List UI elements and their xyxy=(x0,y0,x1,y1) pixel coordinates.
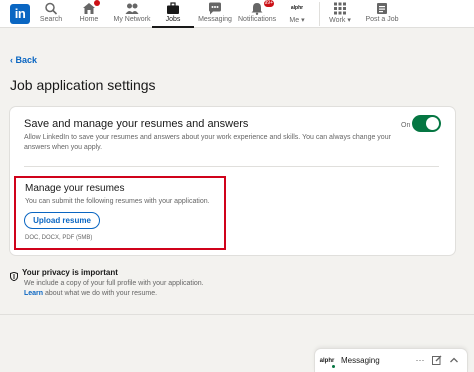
grid-icon xyxy=(333,2,347,15)
compose-icon[interactable] xyxy=(432,355,442,365)
nav-label: Messaging xyxy=(198,16,232,23)
nav-label: Search xyxy=(39,16,63,23)
network-icon xyxy=(125,2,139,15)
top-nav: in Search Home My Network Jobs Messaging xyxy=(0,0,474,28)
nav-label: Notifications xyxy=(238,16,277,23)
toggle-knob xyxy=(426,117,439,130)
settings-card-description: Allow LinkedIn to save your resumes and … xyxy=(24,134,391,151)
manage-resumes-title: Manage your resumes xyxy=(25,183,125,194)
nav-work[interactable]: Work ▾ xyxy=(326,2,354,28)
search-icon xyxy=(44,2,58,15)
manage-resumes-description: You can submit the following resumes wit… xyxy=(25,198,210,205)
chevron-up-icon[interactable] xyxy=(449,355,459,365)
back-label: Back xyxy=(15,55,38,65)
messaging-label[interactable]: Messaging xyxy=(341,356,380,365)
nav-label: Home xyxy=(79,16,99,23)
page-title: Job application settings xyxy=(10,77,156,93)
chevron-down-icon: ▾ xyxy=(345,17,351,24)
linkedin-logo[interactable]: in xyxy=(10,4,30,24)
upload-resume-button[interactable]: Upload resume xyxy=(24,212,100,229)
nav-divider xyxy=(319,2,320,26)
nav-search[interactable]: Search xyxy=(38,2,64,28)
settings-card-title: Save and manage your resumes and answers xyxy=(24,118,249,130)
privacy-title: Your privacy is important xyxy=(22,268,118,277)
toggle-label: On xyxy=(401,122,411,129)
nav-my-network[interactable]: My Network xyxy=(112,2,152,28)
nav-post-job[interactable]: Post a Job xyxy=(362,2,402,28)
save-resumes-toggle[interactable] xyxy=(412,115,441,132)
divider xyxy=(24,166,439,167)
learn-more-link[interactable]: Learn xyxy=(24,290,43,297)
nav-label: Work xyxy=(329,17,346,24)
chevron-down-icon: ▾ xyxy=(299,17,305,24)
back-link[interactable]: ‹ Back xyxy=(10,55,37,65)
nav-jobs[interactable]: Jobs xyxy=(152,2,194,28)
briefcase-icon xyxy=(166,2,180,15)
messaging-icon xyxy=(208,2,222,15)
settings-card: Save and manage your resumes and answers… xyxy=(10,107,455,255)
home-icon xyxy=(82,0,100,15)
shield-icon xyxy=(10,268,18,282)
more-options-icon[interactable]: ⋯ xyxy=(415,355,425,365)
online-status-icon xyxy=(331,364,336,369)
notifications-badge: 99+ xyxy=(263,0,274,7)
nav-label: Me xyxy=(289,17,300,24)
privacy-text: Learn about what we do with your resume. xyxy=(24,290,157,297)
nav-label: My Network xyxy=(113,16,151,23)
privacy-text-rest: about what we do with your resume. xyxy=(43,290,158,297)
post-job-icon xyxy=(375,2,389,15)
nav-label: Post a Job xyxy=(365,16,399,23)
bell-icon: 99+ xyxy=(250,0,274,15)
avatar-icon: alphr xyxy=(290,5,304,11)
nav-home[interactable]: Home xyxy=(76,0,102,28)
privacy-text: We include a copy of your full profile w… xyxy=(24,280,204,287)
nav-messaging[interactable]: Messaging xyxy=(198,2,232,28)
nav-notifications[interactable]: 99+ Notifications xyxy=(238,0,277,28)
manage-resumes-section: Manage your resumes You can submit the f… xyxy=(14,176,226,250)
home-badge xyxy=(94,0,100,6)
nav-label: Jobs xyxy=(165,16,181,23)
nav-me[interactable]: alphr Me ▾ xyxy=(284,2,310,28)
messaging-bar[interactable]: alphr Messaging ⋯ xyxy=(315,349,467,372)
file-formats-note: DOC, DOCX, PDF (5MB) xyxy=(25,235,93,241)
footer-divider xyxy=(0,314,474,315)
